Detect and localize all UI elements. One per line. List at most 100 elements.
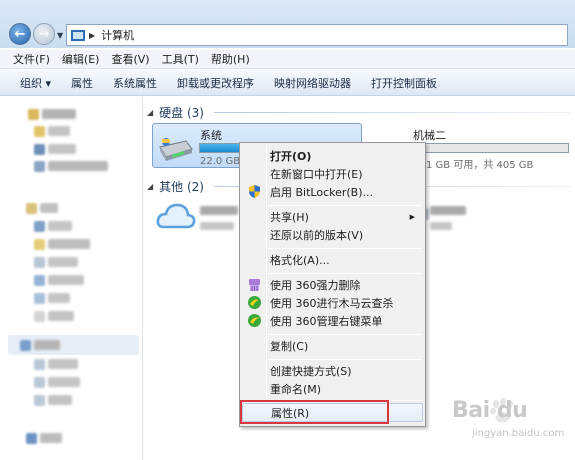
menu-item-copy[interactable]: 复制(C) xyxy=(242,336,423,355)
menu-edit[interactable]: 编辑(E) xyxy=(62,51,100,67)
menu-item-label: 启用 BitLocker(B)... xyxy=(270,185,374,199)
section-divider xyxy=(214,112,570,113)
collapse-triangle-icon: ◢ xyxy=(147,108,154,117)
menu-separator xyxy=(268,248,422,249)
properties-button[interactable]: 属性 xyxy=(61,75,103,91)
map-network-drive-button[interactable]: 映射网络驱动器 xyxy=(264,75,361,91)
menu-separator xyxy=(268,273,422,274)
folder-icon xyxy=(34,293,45,304)
library-icon xyxy=(26,203,37,214)
open-control-panel-button[interactable]: 打开控制面板 xyxy=(361,75,447,91)
context-menu: 打开(O) 在新窗口中打开(E) 启用 BitLocker(B)... 共享(H… xyxy=(239,142,426,427)
menu-item-360-manage-menu[interactable]: 使用 360管理右键菜单 xyxy=(242,311,423,330)
organize-button[interactable]: 组织 ▾ xyxy=(10,75,61,91)
folder-icon xyxy=(34,161,45,172)
nav-item[interactable] xyxy=(48,293,70,303)
nav-item[interactable] xyxy=(48,126,70,136)
nav-item[interactable] xyxy=(40,433,62,443)
menu-tools[interactable]: 工具(T) xyxy=(162,51,199,67)
menu-item-label: 使用 360强力删除 xyxy=(270,278,361,292)
network-icon xyxy=(26,433,37,444)
menu-bar: 文件(F) 编辑(E) 查看(V) 工具(T) 帮助(H) xyxy=(0,50,575,69)
uac-shield-icon xyxy=(249,185,260,198)
menu-item-open-new-window[interactable]: 在新窗口中打开(E) xyxy=(242,164,423,183)
back-button[interactable]: ← xyxy=(9,23,31,45)
nav-item[interactable] xyxy=(48,161,108,171)
menu-separator xyxy=(268,205,422,206)
other-item-label[interactable] xyxy=(200,206,238,215)
drive-icon xyxy=(34,359,45,370)
navigation-pane xyxy=(0,97,143,460)
menu-item-open[interactable]: 打开(O) xyxy=(242,146,423,165)
menu-help[interactable]: 帮助(H) xyxy=(211,51,250,67)
drive-mechanical-usage-bar xyxy=(413,143,569,153)
collapse-triangle-icon: ◢ xyxy=(147,182,154,191)
nav-item[interactable] xyxy=(48,239,90,249)
watermark-logo: Bai du xyxy=(452,398,528,423)
folder-icon xyxy=(34,275,45,286)
section-other[interactable]: ◢ 其他 (2) xyxy=(147,178,204,195)
cloud-drive-icon[interactable] xyxy=(156,201,196,235)
arrow-left-icon: ← xyxy=(14,26,26,42)
menu-separator xyxy=(268,359,422,360)
360-security-icon xyxy=(248,314,261,327)
drive-mechanical-stat: 1 GB 可用，共 405 GB xyxy=(426,160,534,171)
menu-separator xyxy=(268,334,422,335)
drive-mechanical-name[interactable]: 机械二 xyxy=(413,127,446,143)
nav-item[interactable] xyxy=(48,377,80,387)
nav-item[interactable] xyxy=(48,257,78,267)
nav-item[interactable] xyxy=(40,203,58,213)
menu-item-label: 共享(H) xyxy=(270,210,309,224)
recent-pages-chevron-icon[interactable]: ▼ xyxy=(57,31,63,40)
nav-item[interactable] xyxy=(48,395,72,405)
nav-item[interactable] xyxy=(48,311,74,321)
address-bar[interactable]: ▶ 计算机 xyxy=(66,24,568,46)
system-properties-button[interactable]: 系统属性 xyxy=(103,75,167,91)
nav-item[interactable] xyxy=(42,109,76,119)
menu-view[interactable]: 查看(V) xyxy=(111,51,149,67)
drive-system-name: 系统 xyxy=(200,129,222,142)
menu-item-rename[interactable]: 重命名(M) xyxy=(242,379,423,398)
favorites-icon xyxy=(28,109,39,120)
hard-drive-icon xyxy=(159,138,193,161)
uninstall-program-button[interactable]: 卸载或更改程序 xyxy=(167,75,264,91)
submenu-arrow-icon: ▶ xyxy=(409,212,415,221)
nav-item[interactable] xyxy=(48,221,72,231)
breadcrumb-arrow-icon[interactable]: ▶ xyxy=(89,31,95,40)
section-hard-disks[interactable]: ◢ 硬盘 (3) xyxy=(147,104,204,121)
drive-icon xyxy=(34,377,45,388)
menu-item-360-delete[interactable]: 使用 360强力删除 xyxy=(242,275,423,294)
computer-icon xyxy=(71,29,85,41)
properties-highlight-annotation xyxy=(240,400,389,424)
nav-item[interactable] xyxy=(34,340,60,350)
menu-item-360-trojan-scan[interactable]: 使用 360进行木马云查杀 xyxy=(242,293,423,312)
menu-file[interactable]: 文件(F) xyxy=(13,51,50,67)
other-item-detail xyxy=(430,222,452,230)
computer-icon xyxy=(20,340,31,351)
menu-item-create-shortcut[interactable]: 创建快捷方式(S) xyxy=(242,361,423,380)
drive-system-stat: 22.0 GB xyxy=(200,156,241,167)
360-shredder-icon xyxy=(249,279,260,291)
menu-item-share[interactable]: 共享(H) ▶ xyxy=(242,207,423,226)
drive-icon xyxy=(34,395,45,406)
forward-button[interactable]: → xyxy=(33,23,55,45)
nav-item[interactable] xyxy=(48,359,78,369)
menu-item-format[interactable]: 格式化(A)... xyxy=(242,250,423,269)
other-item-label[interactable] xyxy=(430,206,466,215)
folder-icon xyxy=(34,239,45,250)
folder-icon xyxy=(34,126,45,137)
folder-icon xyxy=(34,144,45,155)
nav-item[interactable] xyxy=(48,275,84,285)
folder-icon xyxy=(34,257,45,268)
folder-icon xyxy=(34,221,45,232)
menu-item-restore-previous[interactable]: 还原以前的版本(V) xyxy=(242,225,423,244)
section-title: 其他 (2) xyxy=(159,180,204,194)
nav-item[interactable] xyxy=(48,144,76,154)
watermark-url: jingyan.baidu.com xyxy=(472,428,565,439)
360-security-icon xyxy=(248,296,261,309)
breadcrumb-computer[interactable]: 计算机 xyxy=(101,27,134,43)
menu-item-bitlocker[interactable]: 启用 BitLocker(B)... xyxy=(242,182,423,201)
other-item-detail xyxy=(200,222,234,230)
arrow-right-icon: → xyxy=(38,26,50,42)
menu-item-label: 使用 360管理右键菜单 xyxy=(270,314,383,328)
